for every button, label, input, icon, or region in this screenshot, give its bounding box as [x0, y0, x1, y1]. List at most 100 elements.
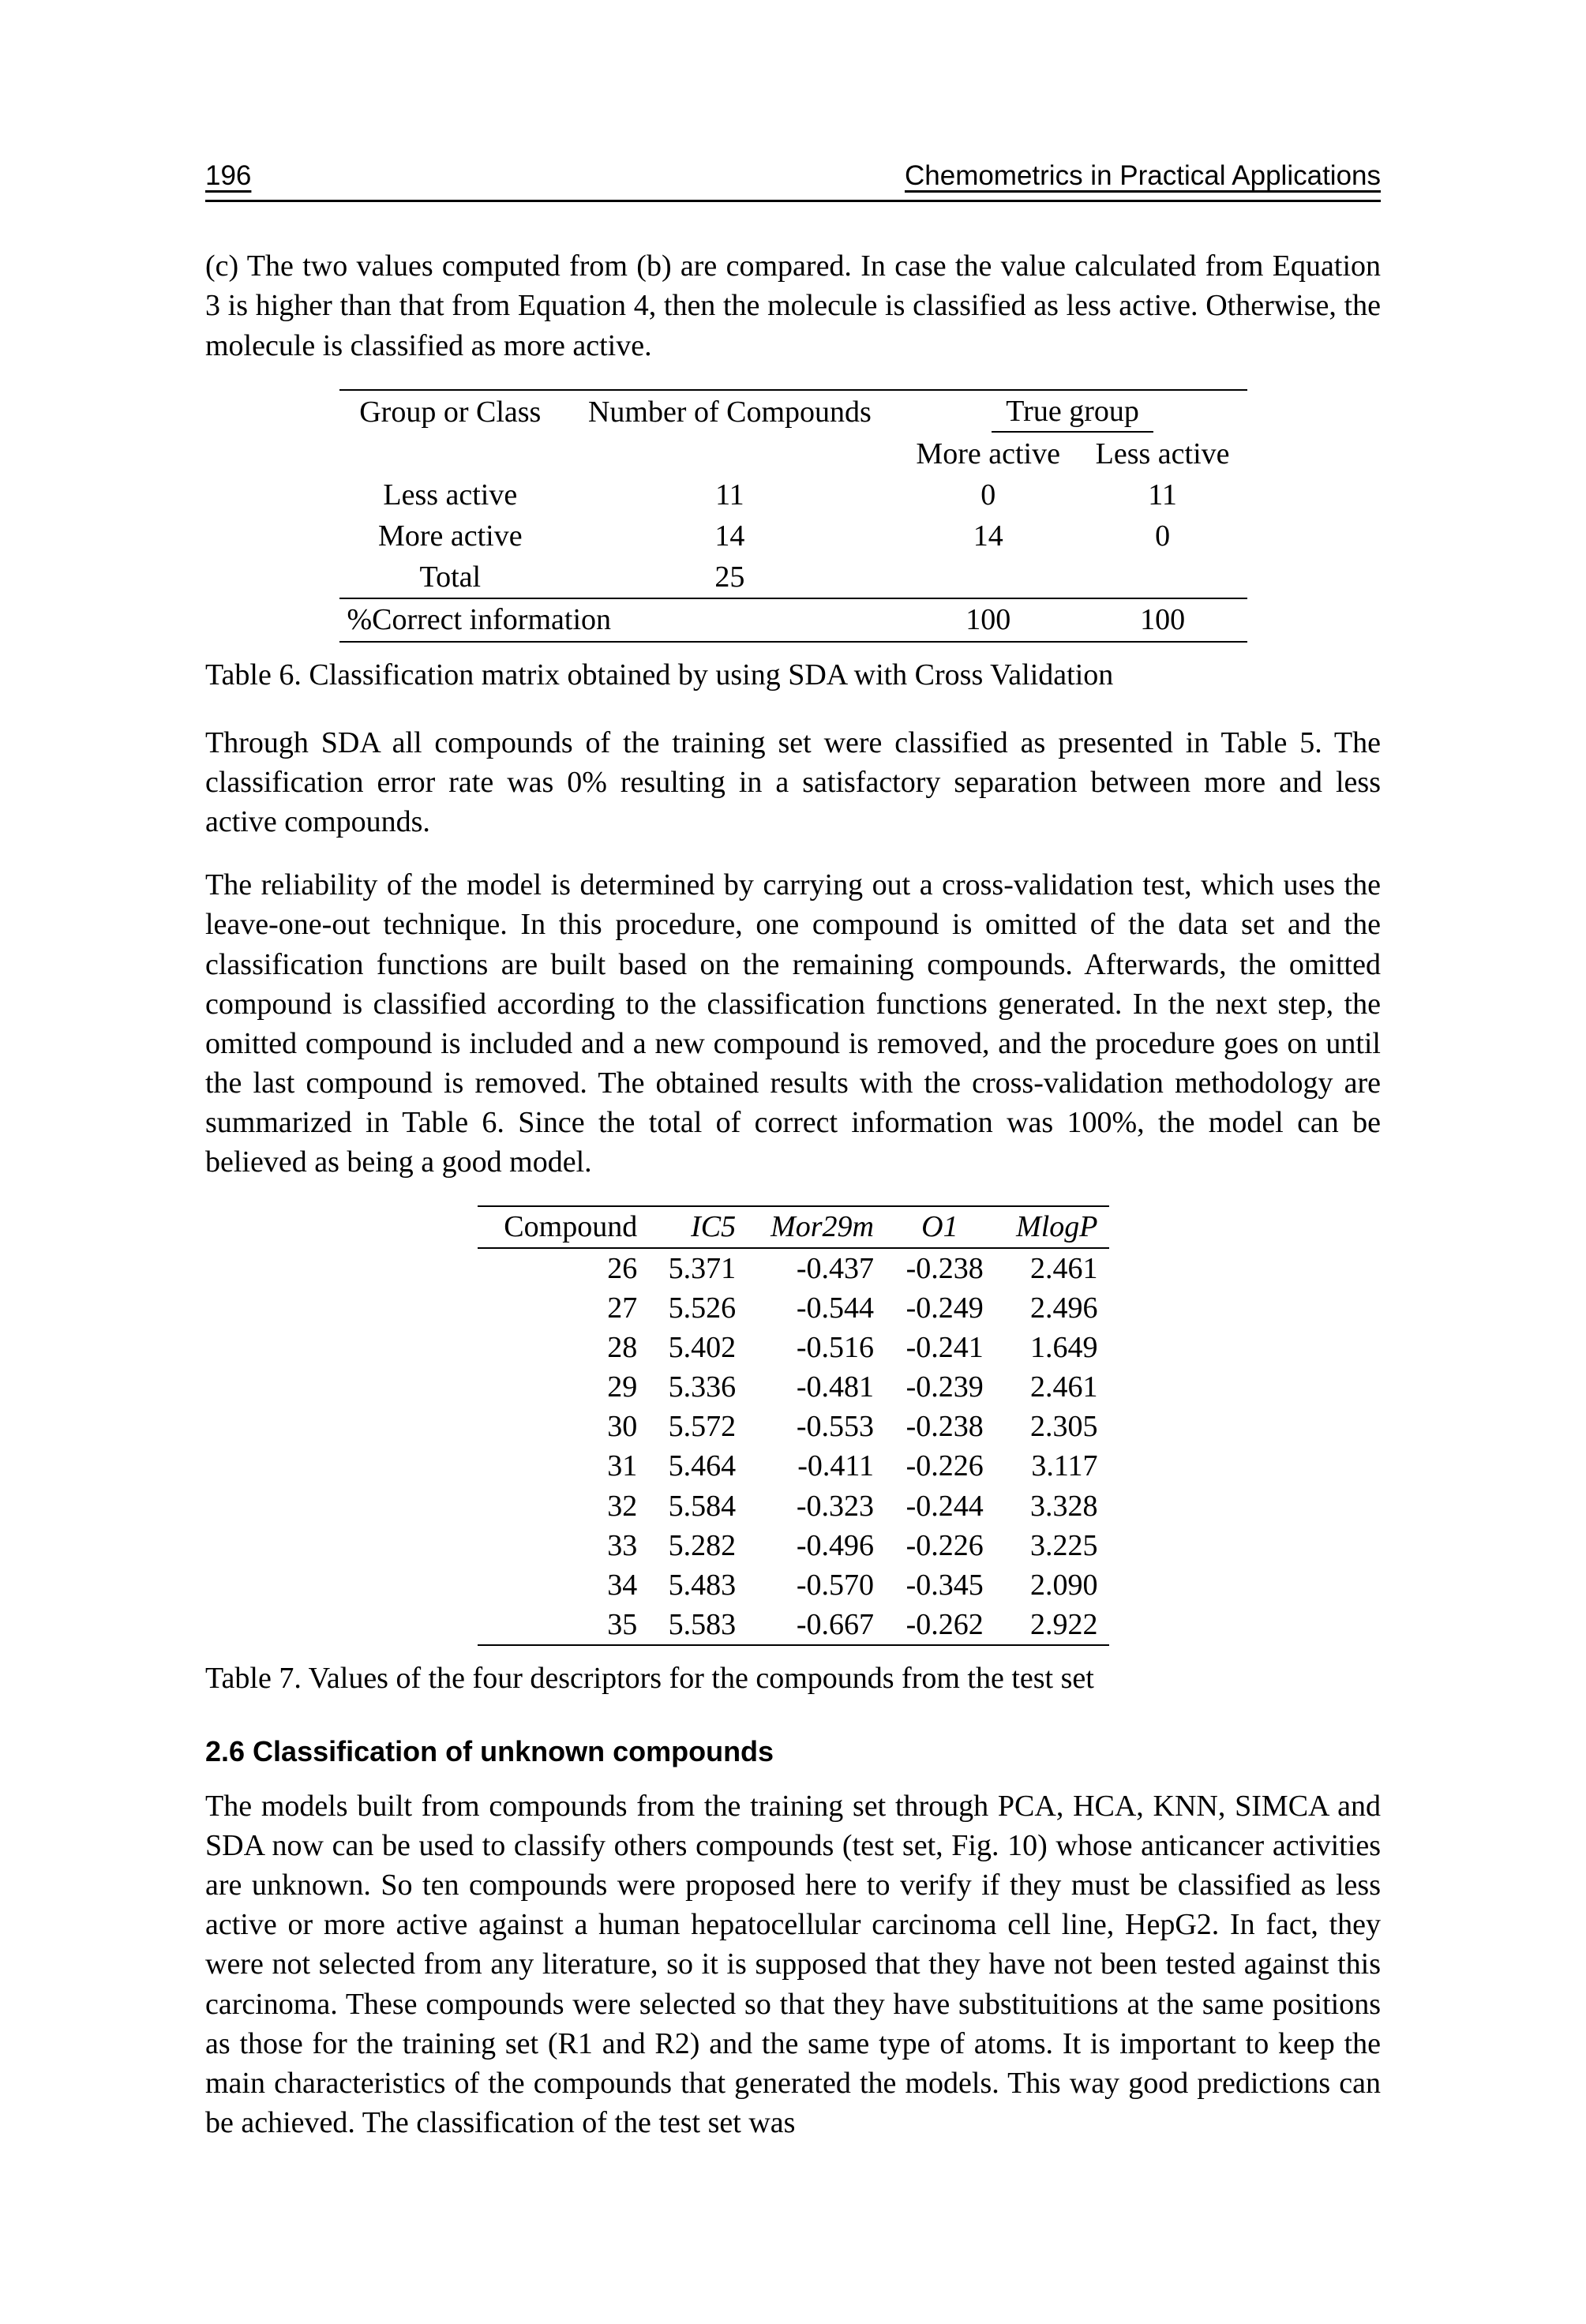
- table7: Compound IC5 Mor29m O1 MlogP 265.371-0.4…: [478, 1205, 1109, 1646]
- header-rule: [205, 200, 1381, 202]
- table-row: 275.526-0.544-0.2492.496: [478, 1288, 1109, 1328]
- t7-h-mor29m: Mor29m: [747, 1206, 885, 1247]
- table-cell: 0: [898, 474, 1078, 515]
- table-cell: 14: [561, 515, 898, 557]
- table-cell: More active: [339, 515, 562, 557]
- table-cell: -0.553: [747, 1407, 885, 1446]
- table-cell: 2.922: [995, 1605, 1109, 1645]
- table-row: 265.371-0.437-0.2382.461: [478, 1248, 1109, 1288]
- table-cell: -0.667: [747, 1605, 885, 1645]
- table-cell: 3.328: [995, 1486, 1109, 1526]
- table-cell: 3.117: [995, 1446, 1109, 1486]
- table-cell: 2.496: [995, 1288, 1109, 1328]
- table-cell: 2.090: [995, 1565, 1109, 1605]
- table-row: More active14140: [339, 515, 1247, 557]
- t6-col-more: More active: [898, 433, 1078, 474]
- table-cell: 26: [478, 1248, 649, 1288]
- table-cell: 5.583: [648, 1605, 747, 1645]
- table-cell: 34: [478, 1565, 649, 1605]
- table-cell: 29: [478, 1367, 649, 1407]
- t7-h-ic5: IC5: [648, 1206, 747, 1247]
- page: 196 Chemometrics in Practical Applicatio…: [0, 0, 1586, 2324]
- t6-correct-label: %Correct information: [339, 598, 898, 641]
- table6: Group or Class Number of Compounds True …: [339, 389, 1247, 643]
- t7-h-mlogp: MlogP: [995, 1206, 1109, 1247]
- table-cell: 5.526: [648, 1288, 747, 1328]
- table6-caption: Table 6. Classification matrix obtained …: [205, 655, 1381, 695]
- table-cell: 11: [1078, 474, 1247, 515]
- table-cell: 1.649: [995, 1328, 1109, 1367]
- table-row: 335.282-0.496-0.2263.225: [478, 1526, 1109, 1565]
- table-cell: -0.239: [885, 1367, 995, 1407]
- table-row: 325.584-0.323-0.2443.328: [478, 1486, 1109, 1526]
- paragraph-models: The models built from compounds from the…: [205, 1786, 1381, 2142]
- table-cell: 2.305: [995, 1407, 1109, 1446]
- table-cell: -0.262: [885, 1605, 995, 1645]
- t7-h-o1: O1: [885, 1206, 995, 1247]
- t7-h-compound: Compound: [478, 1206, 649, 1247]
- table-row: 295.336-0.481-0.2392.461: [478, 1367, 1109, 1407]
- running-header: 196 Chemometrics in Practical Applicatio…: [205, 158, 1381, 197]
- table-row: Less active11011: [339, 474, 1247, 515]
- table-row: 285.402-0.516-0.2411.649: [478, 1328, 1109, 1367]
- table-cell: -0.323: [747, 1486, 885, 1526]
- table-row: 355.583-0.667-0.2622.922: [478, 1605, 1109, 1645]
- t6-correct-ma: 100: [898, 598, 1078, 641]
- table-cell: 3.225: [995, 1526, 1109, 1565]
- table-cell: 35: [478, 1605, 649, 1645]
- t6-col-true: True group: [898, 390, 1247, 433]
- table-cell: -0.496: [747, 1526, 885, 1565]
- table-cell: [1078, 557, 1247, 598]
- table-cell: -0.238: [885, 1407, 995, 1446]
- paragraph-reliability: The reliability of the model is determin…: [205, 865, 1381, 1182]
- table-cell: -0.249: [885, 1288, 995, 1328]
- table-cell: -0.570: [747, 1565, 885, 1605]
- table-cell: [898, 557, 1078, 598]
- table-cell: 5.371: [648, 1248, 747, 1288]
- table-cell: -0.241: [885, 1328, 995, 1367]
- table-cell: -0.544: [747, 1288, 885, 1328]
- table-cell: -0.345: [885, 1565, 995, 1605]
- table-cell: 25: [561, 557, 898, 598]
- table-cell: 5.336: [648, 1367, 747, 1407]
- table7-caption: Table 7. Values of the four descriptors …: [205, 1659, 1381, 1698]
- table-cell: 5.464: [648, 1446, 747, 1486]
- t6-col-less: Less active: [1078, 433, 1247, 474]
- table-cell: 5.282: [648, 1526, 747, 1565]
- table-row: Total25: [339, 557, 1247, 598]
- section-heading-2-6: 2.6 Classification of unknown compounds: [205, 1733, 1381, 1771]
- table-cell: 5.572: [648, 1407, 747, 1446]
- table-cell: -0.226: [885, 1446, 995, 1486]
- t6-col-group: Group or Class: [339, 390, 562, 433]
- table-row: 345.483-0.570-0.3452.090: [478, 1565, 1109, 1605]
- table-cell: 5.483: [648, 1565, 747, 1605]
- t6-correct-la: 100: [1078, 598, 1247, 641]
- table-cell: -0.481: [747, 1367, 885, 1407]
- table-cell: 31: [478, 1446, 649, 1486]
- table-cell: 28: [478, 1328, 649, 1367]
- table-cell: 0: [1078, 515, 1247, 557]
- table-cell: 33: [478, 1526, 649, 1565]
- table-cell: -0.238: [885, 1248, 995, 1288]
- book-title: Chemometrics in Practical Applications: [905, 158, 1381, 194]
- table-cell: -0.516: [747, 1328, 885, 1367]
- page-number: 196: [205, 158, 251, 194]
- table-cell: 30: [478, 1407, 649, 1446]
- table-cell: 2.461: [995, 1367, 1109, 1407]
- table-cell: 14: [898, 515, 1078, 557]
- table-cell: -0.437: [747, 1248, 885, 1288]
- table-cell: Less active: [339, 474, 562, 515]
- paragraph-c: (c) The two values computed from (b) are…: [205, 246, 1381, 365]
- table-cell: Total: [339, 557, 562, 598]
- paragraph-sda: Through SDA all compounds of the trainin…: [205, 723, 1381, 842]
- table-cell: 5.584: [648, 1486, 747, 1526]
- table-cell: -0.244: [885, 1486, 995, 1526]
- table-row: 315.464-0.411-0.2263.117: [478, 1446, 1109, 1486]
- table-cell: 11: [561, 474, 898, 515]
- table-cell: 32: [478, 1486, 649, 1526]
- table-cell: 27: [478, 1288, 649, 1328]
- t6-col-num: Number of Compounds: [561, 390, 898, 433]
- table-cell: -0.411: [747, 1446, 885, 1486]
- table-row: 305.572-0.553-0.2382.305: [478, 1407, 1109, 1446]
- table-cell: 5.402: [648, 1328, 747, 1367]
